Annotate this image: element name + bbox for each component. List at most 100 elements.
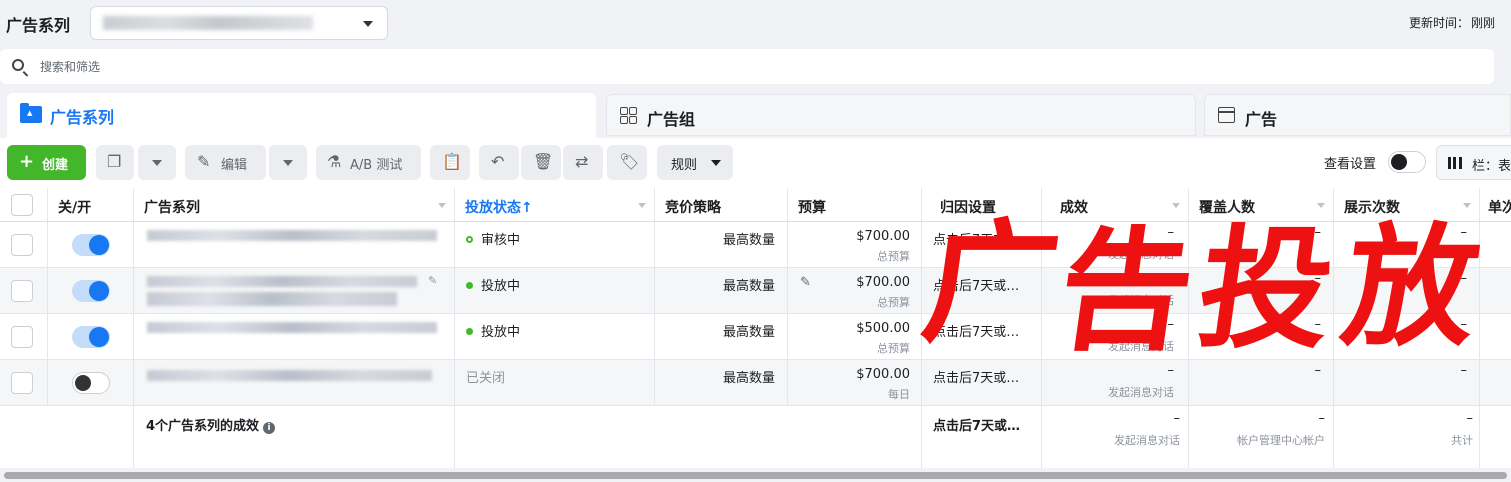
row-checkbox[interactable]	[11, 326, 33, 348]
chevron-down-icon	[1463, 203, 1471, 208]
row-checkbox[interactable]	[11, 234, 33, 256]
header-label: 竞价策略	[665, 200, 721, 216]
budget-value: $700.00	[856, 275, 910, 290]
undo-icon: ↶	[491, 152, 505, 171]
delivery-status-text: 投放中	[481, 325, 521, 340]
summary-title: 4个广告系列的成效 i	[146, 415, 276, 434]
rules-button[interactable]: 规则	[657, 145, 733, 180]
search-input[interactable]	[38, 55, 642, 79]
bid-strategy: 最高数量	[722, 279, 775, 294]
duplicate-icon: ❐	[107, 152, 122, 171]
campaign-toggle[interactable]	[72, 326, 110, 348]
tab-campaigns-label: 广告系列	[50, 108, 115, 127]
header-delivery[interactable]: 投放状态↑	[455, 188, 655, 222]
header-label: 投放状态↑	[465, 200, 533, 216]
bid-strategy: 最高数量	[722, 325, 775, 340]
budget-type: 总预算	[877, 296, 910, 309]
ab-test-button-label: A/B 测试	[350, 158, 403, 173]
budget-type: 总预算	[877, 342, 910, 355]
duplicate-button[interactable]: ❐	[96, 145, 134, 180]
campaign-name-redacted[interactable]	[147, 276, 417, 287]
delivery-status: 已关闭	[466, 371, 506, 386]
header-label: 关/开	[58, 200, 92, 216]
edit-name-icon[interactable]: ✎	[428, 274, 437, 287]
update-time-value: 刚刚	[1470, 16, 1495, 30]
summary-title-text: 4个广告系列的成效	[146, 419, 260, 434]
campaign-name-redacted[interactable]	[147, 322, 437, 333]
campaign-toggle[interactable]	[72, 372, 110, 394]
edit-button-label: 编辑	[221, 158, 248, 173]
top-bar: 广告系列 更新时间： 刚刚	[0, 0, 1511, 46]
chevron-down-icon	[283, 160, 293, 166]
chevron-down-icon	[152, 160, 162, 166]
budget-value: $500.00	[856, 321, 910, 336]
undo-button[interactable]: ↶	[479, 145, 519, 180]
chevron-down-icon	[638, 203, 646, 208]
tab-ad-sets[interactable]: 广告组	[606, 94, 1196, 136]
status-dot-icon	[466, 236, 473, 243]
info-icon[interactable]: i	[263, 422, 276, 434]
summary-impressions-type: 共计	[1451, 434, 1473, 447]
search-bar[interactable]	[0, 49, 1494, 84]
result-type: 发起消息对话	[1108, 386, 1174, 399]
chevron-down-icon	[1317, 203, 1325, 208]
watermark-char: 广	[914, 206, 1068, 361]
header-budget[interactable]: 预算	[788, 188, 922, 222]
update-time-label: 更新时间：	[1408, 16, 1469, 30]
header-toggle[interactable]: 关/开	[48, 188, 134, 222]
select-all-checkbox[interactable]	[11, 194, 33, 216]
duplicate-menu-button[interactable]	[138, 145, 176, 180]
search-icon	[12, 59, 24, 71]
create-button-label: 创建	[42, 158, 69, 173]
tag-icon: 🏷	[619, 152, 640, 171]
folder-icon	[20, 103, 42, 123]
summary-reach-type: 帐户管理中心帐户	[1237, 434, 1325, 447]
tab-ads[interactable]: 广告	[1204, 94, 1511, 136]
plus-icon: +	[19, 151, 35, 172]
account-selector[interactable]	[90, 6, 388, 40]
columns-button[interactable]: 栏：表	[1436, 145, 1511, 180]
tab-ad-sets-label: 广告组	[647, 110, 696, 129]
view-settings-toggle[interactable]	[1388, 151, 1426, 173]
account-name-redacted	[103, 16, 313, 30]
campaign-name-redacted	[147, 292, 397, 306]
header-label: 广告系列	[144, 200, 200, 216]
edit-button[interactable]: ✎ 编辑	[185, 145, 266, 180]
budget-value: $700.00	[856, 229, 910, 244]
row-checkbox[interactable]	[11, 372, 33, 394]
delivery-status: 投放中	[466, 275, 520, 294]
ab-test-button[interactable]: ⚗ A/B 测试	[316, 145, 421, 180]
edit-menu-button[interactable]	[269, 145, 307, 180]
pencil-icon: ✎	[197, 152, 211, 171]
campaign-toggle[interactable]	[72, 234, 110, 256]
campaign-name-redacted[interactable]	[147, 230, 437, 241]
campaign-toggle[interactable]	[72, 280, 110, 302]
chevron-down-icon	[363, 21, 373, 27]
pencil-icon[interactable]: ✎	[800, 275, 811, 290]
header-campaign[interactable]: 广告系列	[134, 188, 455, 222]
header-label: 预算	[798, 200, 826, 216]
scrollbar-thumb[interactable]	[4, 472, 1507, 479]
create-button[interactable]: + 创建	[7, 145, 86, 180]
campaign-name-redacted[interactable]	[147, 370, 432, 381]
columns-icon	[1448, 157, 1462, 169]
toolbar: + 创建 ❐ ✎ 编辑 ⚗ A/B 测试 📋 ↶ 🗑 ⇄ 🏷 规则 查看设置 栏…	[0, 138, 1511, 188]
header-select-all	[0, 188, 48, 222]
row-checkbox[interactable]	[11, 280, 33, 302]
export-button[interactable]: ⇄	[563, 145, 603, 180]
delete-button[interactable]: 🗑	[521, 145, 561, 180]
chevron-down-icon	[1172, 203, 1180, 208]
summary-result: –	[1173, 411, 1181, 426]
bid-strategy: 最高数量	[722, 233, 775, 248]
header-label: 单次	[1488, 200, 1511, 216]
watermark-char: 放	[1334, 210, 1488, 365]
clipboard-button[interactable]: 📋	[430, 145, 470, 180]
budget-type: 总预算	[877, 250, 910, 263]
tab-campaigns[interactable]: 广告系列	[7, 93, 596, 138]
horizontal-scrollbar[interactable]	[0, 470, 1511, 482]
view-settings-label: 查看设置	[1324, 157, 1377, 172]
grid-icon	[620, 107, 638, 125]
ad-icon	[1218, 107, 1235, 123]
header-bid-strategy[interactable]: 竞价策略	[655, 188, 788, 222]
tag-button[interactable]: 🏷	[607, 145, 647, 180]
